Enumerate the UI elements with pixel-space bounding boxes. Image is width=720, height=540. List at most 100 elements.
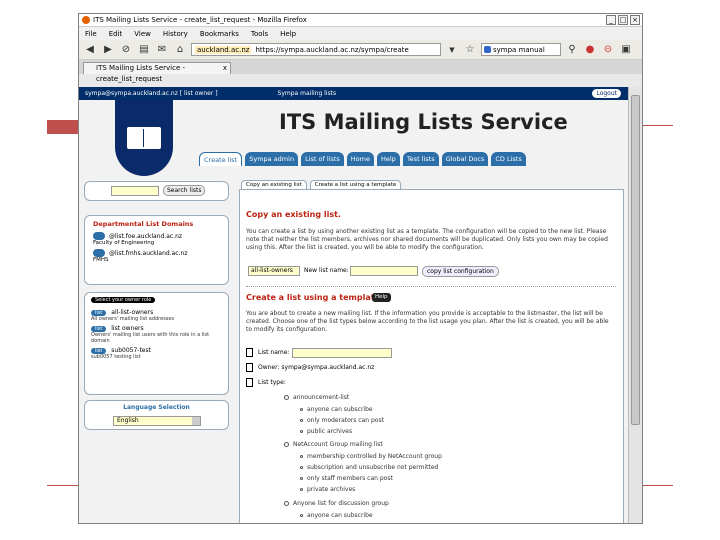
login-info: sympa@sympa.auckland.ac.nz [ list owner …: [85, 90, 218, 97]
tab-global-docs[interactable]: Global Docs: [441, 152, 489, 166]
sub-tabs: Copy an existing list Create a list usin…: [241, 180, 402, 189]
list-type-name: Anyone list for discussion group: [293, 500, 389, 507]
language-label: Language Selection: [123, 404, 190, 411]
tab-sympa-admin[interactable]: Sympa admin: [245, 152, 299, 166]
domain-icon: [93, 249, 105, 257]
role-item[interactable]: list sub0057-test sub0057 testing list: [91, 347, 222, 360]
tab-bar: ITS Mailing Lists Service - create_list_…: [79, 60, 642, 83]
menu-view[interactable]: View: [134, 30, 151, 38]
scrollbar-thumb[interactable]: [631, 95, 640, 425]
list-type-name: NetAccount Group mailing list: [293, 441, 383, 448]
role-item[interactable]: list all-list-owners All owners' mailing…: [91, 309, 222, 322]
domain-item[interactable]: @list.foe.auckland.ac.nz: [93, 232, 220, 240]
browser-window: ITS Mailing Lists Service - create_list_…: [78, 13, 643, 524]
list-type-row: List type:: [246, 378, 286, 387]
vertical-scrollbar[interactable]: [628, 87, 642, 523]
maximize-button[interactable]: □: [618, 15, 628, 25]
menu-help[interactable]: Help: [280, 30, 296, 38]
template-text: You are about to create a new mailing li…: [246, 310, 609, 333]
owner-roles-box: Select your owner role list all-list-own…: [84, 292, 229, 395]
extension-icon[interactable]: ▣: [619, 43, 633, 57]
navigation-toolbar: ◀ ▶ ⊘ ▤ ✉ ⌂ auckland.ac.nz https://sympa…: [79, 40, 642, 60]
url-text: https://sympa.auckland.ac.nz/sympa/creat…: [255, 45, 409, 54]
language-select[interactable]: English: [113, 416, 201, 426]
tab-create-list[interactable]: Create list: [199, 152, 243, 166]
domain-sub: Faculty of Engineering: [93, 240, 155, 246]
domain-item[interactable]: @list.fmhs.auckland.ac.nz: [93, 249, 220, 257]
url-host: auckland.ac.nz: [195, 45, 252, 54]
domain-sub: FMHS: [93, 257, 109, 263]
role-desc: sub0057 testing list: [91, 354, 141, 360]
web-page: sympa@sympa.auckland.ac.nz [ list owner …: [79, 87, 629, 523]
search-box[interactable]: sympa manual: [481, 43, 561, 56]
slide-accent-block: [47, 120, 78, 134]
list-name-input[interactable]: [292, 348, 392, 358]
role-item[interactable]: list list owners Owners' mailing list us…: [91, 325, 222, 344]
dropdown-arrow-icon[interactable]: ▼: [445, 43, 459, 57]
search-lists-button[interactable]: Search lists: [163, 185, 206, 196]
document-icon: [246, 378, 253, 387]
tab-list-of-lists[interactable]: List of lists: [301, 152, 344, 166]
language-box: Language Selection English: [84, 400, 229, 430]
role-desc: Owners' mailing list users with this rol…: [91, 332, 210, 344]
tab-help[interactable]: Help: [376, 152, 400, 166]
title-bar: ITS Mailing Lists Service - create_list_…: [79, 14, 642, 27]
list-type-name: announcement-list: [293, 394, 350, 401]
window-buttons: _ □ ×: [606, 15, 640, 25]
search-lists-input[interactable]: [111, 186, 159, 196]
tab-test-lists[interactable]: Test lists: [402, 152, 439, 166]
tab-close-icon[interactable]: x: [223, 63, 227, 74]
bookmark-icon[interactable]: ✉: [155, 43, 169, 57]
search-engine-icon: [484, 46, 491, 53]
list-type-option: anyone can subscribe: [300, 406, 373, 413]
magnifier-icon[interactable]: ⚲: [565, 43, 579, 57]
menu-file[interactable]: File: [85, 30, 97, 38]
close-button[interactable]: ×: [630, 15, 640, 25]
tab-cd-lists[interactable]: CD Lists: [491, 152, 526, 166]
copy-config-button[interactable]: copy list configuration: [422, 266, 499, 277]
back-icon[interactable]: ◀: [83, 43, 97, 57]
print-icon[interactable]: ▤: [137, 43, 151, 57]
domain-name: @list.fmhs.auckland.ac.nz: [109, 249, 188, 257]
firefox-icon: [82, 16, 90, 24]
list-type-radio[interactable]: Anyone list for discussion group: [284, 500, 389, 507]
menu-history[interactable]: History: [163, 30, 188, 38]
domain-icon: [93, 232, 105, 240]
menu-edit[interactable]: Edit: [109, 30, 123, 38]
menu-bookmarks[interactable]: Bookmarks: [200, 30, 239, 38]
new-list-label: New list name:: [304, 267, 349, 274]
departmental-domains-box: Departmental List Domains @list.foe.auck…: [84, 215, 229, 285]
list-name-label: List name:: [258, 349, 290, 356]
list-type-option: public archives: [300, 428, 352, 435]
list-type-radio[interactable]: NetAccount Group mailing list: [284, 441, 383, 448]
role-name: all-list-owners: [111, 309, 154, 316]
owner-row: Owner: sympa@sympa.auckland.ac.nz: [246, 363, 374, 372]
block-icon[interactable]: ⊝: [601, 43, 615, 57]
addon-icon[interactable]: ●: [583, 43, 597, 57]
address-bar[interactable]: auckland.ac.nz https://sympa.auckland.ac…: [191, 43, 441, 56]
banner-center: Sympa mailing lists: [277, 90, 337, 97]
browser-tab[interactable]: ITS Mailing Lists Service - create_list_…: [83, 62, 231, 83]
home-icon[interactable]: ⌂: [173, 43, 187, 57]
list-type-label: List type:: [258, 379, 286, 386]
menu-tools[interactable]: Tools: [251, 30, 268, 38]
subtab-copy-list[interactable]: Copy an existing list: [241, 180, 307, 189]
logout-button[interactable]: Logout: [592, 89, 621, 98]
source-list-select[interactable]: all-list-owners: [248, 266, 300, 276]
list-name-row: List name:: [246, 348, 289, 357]
stop-icon[interactable]: ⊘: [119, 43, 133, 57]
document-icon: [246, 363, 253, 372]
minimize-button[interactable]: _: [606, 15, 616, 25]
document-icon: [246, 348, 253, 357]
tab-home[interactable]: Home: [346, 152, 374, 166]
top-strip: sympa@sympa.auckland.ac.nz [ list owner …: [79, 87, 629, 100]
search-text: sympa manual: [493, 45, 545, 54]
forward-icon[interactable]: ▶: [101, 43, 115, 57]
role-desc: All owners' mailing list addresses: [91, 316, 175, 322]
help-badge[interactable]: Help: [372, 293, 391, 302]
window-title: ITS Mailing Lists Service - create_list_…: [93, 16, 307, 24]
star-icon[interactable]: ☆: [463, 43, 477, 57]
new-list-name-input[interactable]: [350, 266, 418, 276]
subtab-template[interactable]: Create a list using a template: [309, 180, 402, 189]
list-type-radio[interactable]: announcement-list: [284, 394, 349, 401]
